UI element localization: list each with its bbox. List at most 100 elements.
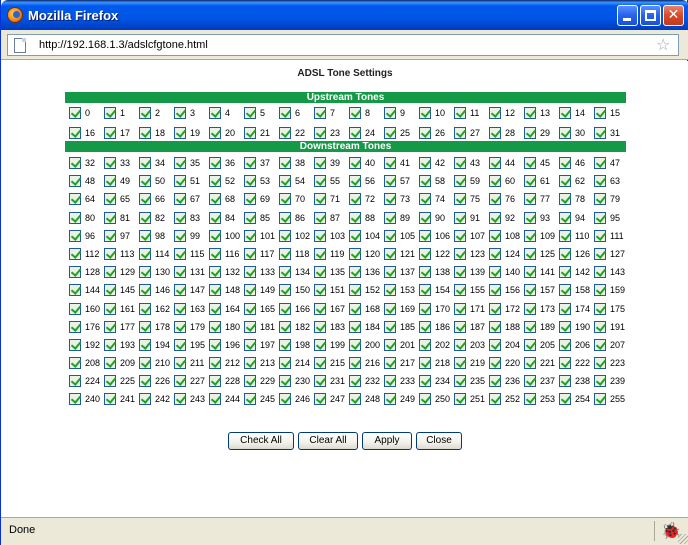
checkbox-checked-icon[interactable] <box>349 375 361 388</box>
downstream-tone-136[interactable]: 136 <box>349 263 384 281</box>
checkbox-checked-icon[interactable] <box>104 229 116 242</box>
checkbox-checked-icon[interactable] <box>314 247 326 260</box>
checkbox-checked-icon[interactable] <box>209 320 221 333</box>
downstream-tone-137[interactable]: 137 <box>384 263 419 281</box>
checkbox-checked-icon[interactable] <box>349 229 361 242</box>
checkbox-checked-icon[interactable] <box>244 320 256 333</box>
close-window-button[interactable]: ✕ <box>663 5 684 26</box>
checkbox-checked-icon[interactable] <box>594 107 606 119</box>
downstream-tone-66[interactable]: 66 <box>139 190 174 208</box>
upstream-tone-16[interactable]: 16 <box>69 124 104 142</box>
checkbox-checked-icon[interactable] <box>69 127 81 139</box>
downstream-tone-75[interactable]: 75 <box>454 190 489 208</box>
upstream-tone-28[interactable]: 28 <box>489 124 524 142</box>
checkbox-checked-icon[interactable] <box>279 393 291 406</box>
checkbox-checked-icon[interactable] <box>489 211 501 224</box>
checkbox-checked-icon[interactable] <box>139 375 151 388</box>
checkbox-checked-icon[interactable] <box>524 247 536 260</box>
downstream-tone-173[interactable]: 173 <box>524 300 559 318</box>
upstream-tone-18[interactable]: 18 <box>139 124 174 142</box>
downstream-tone-34[interactable]: 34 <box>139 154 174 172</box>
downstream-tone-160[interactable]: 160 <box>69 300 104 318</box>
downstream-tone-168[interactable]: 168 <box>349 300 384 318</box>
checkbox-checked-icon[interactable] <box>559 127 571 139</box>
downstream-tone-221[interactable]: 221 <box>524 354 559 372</box>
checkbox-checked-icon[interactable] <box>524 284 536 297</box>
checkbox-checked-icon[interactable] <box>244 266 256 279</box>
downstream-tone-254[interactable]: 254 <box>559 390 594 408</box>
checkbox-checked-icon[interactable] <box>314 284 326 297</box>
downstream-tone-67[interactable]: 67 <box>174 190 209 208</box>
downstream-tone-80[interactable]: 80 <box>69 209 104 227</box>
checkbox-checked-icon[interactable] <box>314 175 326 188</box>
checkbox-checked-icon[interactable] <box>139 175 151 188</box>
checkbox-checked-icon[interactable] <box>384 247 396 260</box>
downstream-tone-190[interactable]: 190 <box>559 318 594 336</box>
downstream-tone-60[interactable]: 60 <box>489 172 524 190</box>
checkbox-checked-icon[interactable] <box>104 357 116 370</box>
downstream-tone-40[interactable]: 40 <box>349 154 384 172</box>
checkbox-checked-icon[interactable] <box>279 338 291 351</box>
upstream-tone-14[interactable]: 14 <box>559 104 594 122</box>
downstream-tone-170[interactable]: 170 <box>419 300 454 318</box>
downstream-tone-105[interactable]: 105 <box>384 227 419 245</box>
upstream-tone-7[interactable]: 7 <box>314 104 349 122</box>
checkbox-checked-icon[interactable] <box>384 338 396 351</box>
downstream-tone-242[interactable]: 242 <box>139 390 174 408</box>
checkbox-checked-icon[interactable] <box>454 375 466 388</box>
upstream-tone-1[interactable]: 1 <box>104 104 139 122</box>
downstream-tone-92[interactable]: 92 <box>489 209 524 227</box>
upstream-tone-30[interactable]: 30 <box>559 124 594 142</box>
upstream-tone-15[interactable]: 15 <box>594 104 629 122</box>
checkbox-checked-icon[interactable] <box>174 375 186 388</box>
downstream-tone-183[interactable]: 183 <box>314 318 349 336</box>
downstream-tone-236[interactable]: 236 <box>489 372 524 390</box>
checkbox-checked-icon[interactable] <box>139 127 151 139</box>
downstream-tone-97[interactable]: 97 <box>104 227 139 245</box>
checkbox-checked-icon[interactable] <box>524 393 536 406</box>
checkbox-checked-icon[interactable] <box>69 302 81 315</box>
downstream-tone-228[interactable]: 228 <box>209 372 244 390</box>
checkbox-checked-icon[interactable] <box>454 302 466 315</box>
checkbox-checked-icon[interactable] <box>559 338 571 351</box>
checkbox-checked-icon[interactable] <box>314 229 326 242</box>
downstream-tone-217[interactable]: 217 <box>384 354 419 372</box>
checkbox-checked-icon[interactable] <box>314 107 326 119</box>
downstream-tone-32[interactable]: 32 <box>69 154 104 172</box>
downstream-tone-150[interactable]: 150 <box>279 281 314 299</box>
downstream-tone-70[interactable]: 70 <box>279 190 314 208</box>
checkbox-checked-icon[interactable] <box>594 175 606 188</box>
checkbox-checked-icon[interactable] <box>244 393 256 406</box>
downstream-tone-98[interactable]: 98 <box>139 227 174 245</box>
checkbox-checked-icon[interactable] <box>349 338 361 351</box>
minimize-button[interactable] <box>617 5 638 26</box>
checkbox-checked-icon[interactable] <box>454 320 466 333</box>
checkbox-checked-icon[interactable] <box>244 157 256 169</box>
downstream-tone-167[interactable]: 167 <box>314 300 349 318</box>
checkbox-checked-icon[interactable] <box>209 393 221 406</box>
checkbox-checked-icon[interactable] <box>384 266 396 279</box>
downstream-tone-210[interactable]: 210 <box>139 354 174 372</box>
downstream-tone-134[interactable]: 134 <box>279 263 314 281</box>
checkbox-checked-icon[interactable] <box>384 375 396 388</box>
downstream-tone-65[interactable]: 65 <box>104 190 139 208</box>
downstream-tone-62[interactable]: 62 <box>559 172 594 190</box>
checkbox-checked-icon[interactable] <box>139 157 151 169</box>
upstream-tone-10[interactable]: 10 <box>419 104 454 122</box>
downstream-tone-241[interactable]: 241 <box>104 390 139 408</box>
checkbox-checked-icon[interactable] <box>349 127 361 139</box>
checkbox-checked-icon[interactable] <box>559 247 571 260</box>
checkbox-checked-icon[interactable] <box>104 266 116 279</box>
checkbox-checked-icon[interactable] <box>139 229 151 242</box>
downstream-tone-189[interactable]: 189 <box>524 318 559 336</box>
checkbox-checked-icon[interactable] <box>349 302 361 315</box>
checkbox-checked-icon[interactable] <box>279 247 291 260</box>
downstream-tone-144[interactable]: 144 <box>69 281 104 299</box>
downstream-tone-214[interactable]: 214 <box>279 354 314 372</box>
checkbox-checked-icon[interactable] <box>314 127 326 139</box>
checkbox-checked-icon[interactable] <box>419 193 431 206</box>
checkbox-checked-icon[interactable] <box>594 157 606 169</box>
upstream-tone-13[interactable]: 13 <box>524 104 559 122</box>
downstream-tone-96[interactable]: 96 <box>69 227 104 245</box>
downstream-tone-145[interactable]: 145 <box>104 281 139 299</box>
